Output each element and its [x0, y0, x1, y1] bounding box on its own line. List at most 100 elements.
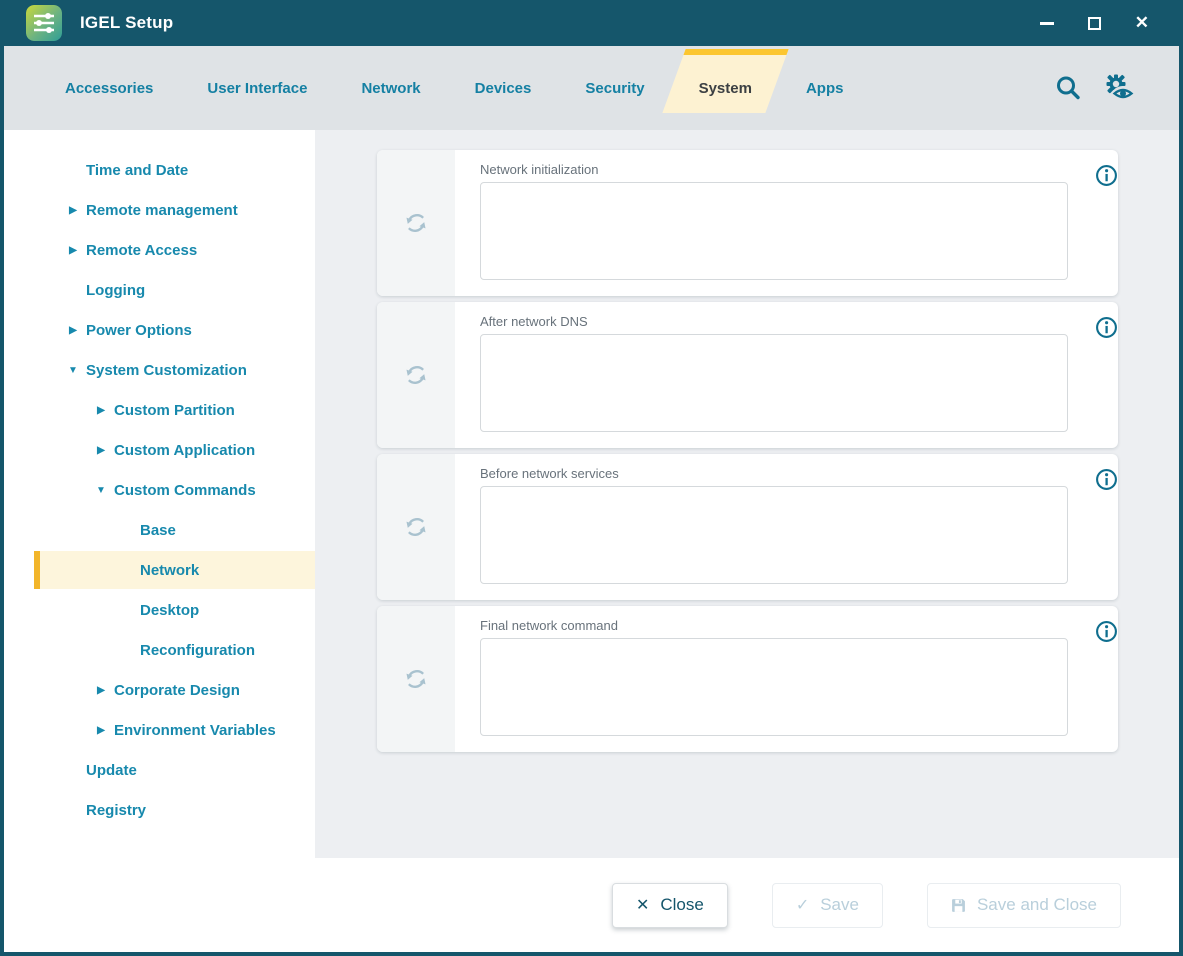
- sidebar-item[interactable]: Desktop: [4, 590, 315, 630]
- field-label: Network initialization: [480, 162, 1068, 177]
- app-logo-icon: [26, 5, 62, 41]
- info-icon[interactable]: [1095, 164, 1118, 187]
- info-icon[interactable]: [1095, 620, 1118, 643]
- sidebar-item[interactable]: Base: [4, 510, 315, 550]
- sidebar-item[interactable]: Update: [4, 750, 315, 790]
- tree-arrow-icon: ▶: [88, 725, 114, 736]
- tab[interactable]: Network: [334, 46, 447, 130]
- sidebar-item[interactable]: Logging: [4, 270, 315, 310]
- sidebar-item-label: Remote Access: [86, 242, 197, 259]
- save-and-close-button-label: Save and Close: [977, 895, 1097, 915]
- sidebar-item-label: Custom Commands: [114, 482, 256, 499]
- sidebar-item-label: Desktop: [140, 602, 199, 619]
- tab-bar: Accessories User Interface Network Devic…: [4, 46, 1179, 130]
- search-icon[interactable]: [1051, 71, 1085, 105]
- tab[interactable]: Apps: [779, 46, 871, 130]
- maximize-button[interactable]: [1088, 13, 1101, 33]
- close-window-button[interactable]: ✕: [1135, 13, 1149, 33]
- card-left-strip: [377, 150, 455, 296]
- sidebar-item[interactable]: ▼ System Customization: [4, 350, 315, 390]
- command-textarea[interactable]: [480, 486, 1068, 584]
- sidebar-item-label: Reconfiguration: [140, 642, 255, 659]
- command-section-card: Before network services: [377, 454, 1118, 600]
- command-section-card: Final network command: [377, 606, 1118, 752]
- command-section-card: Network initialization: [377, 150, 1118, 296]
- sidebar-item-label: Power Options: [86, 322, 192, 339]
- sidebar-item-label: Custom Partition: [114, 402, 235, 419]
- sidebar-item[interactable]: Registry: [4, 790, 315, 830]
- tab-label: Apps: [806, 80, 844, 97]
- tab[interactable]: Accessories: [38, 46, 180, 130]
- sidebar-item[interactable]: ▶ Remote Access: [4, 230, 315, 270]
- command-textarea[interactable]: [480, 334, 1068, 432]
- gear-eye-icon[interactable]: [1101, 71, 1135, 105]
- command-textarea[interactable]: [480, 638, 1068, 736]
- reset-refresh-icon[interactable]: [401, 360, 431, 390]
- tab-label: Network: [361, 80, 420, 97]
- tree-arrow-icon: ▶: [60, 205, 86, 216]
- card-field-area: Before network services: [455, 454, 1080, 600]
- sidebar-item[interactable]: ▶ Custom Application: [4, 430, 315, 470]
- reset-refresh-icon[interactable]: [401, 208, 431, 238]
- card-left-strip: [377, 606, 455, 752]
- command-section-card: After network DNS: [377, 302, 1118, 448]
- info-icon[interactable]: [1095, 468, 1118, 491]
- sidebar-item[interactable]: ▼ Custom Commands: [4, 470, 315, 510]
- tab-label: System: [699, 80, 752, 97]
- main-row: Time and Date ▶ Remote management ▶ Remo…: [4, 130, 1179, 858]
- tab-label: Devices: [475, 80, 532, 97]
- card-left-strip: [377, 302, 455, 448]
- floppy-save-icon: [951, 898, 966, 913]
- title-bar: IGEL Setup ✕: [4, 0, 1179, 46]
- sidebar-item[interactable]: ▶ Power Options: [4, 310, 315, 350]
- close-x-icon: ✕: [636, 895, 649, 915]
- content-area: Network initialization: [315, 130, 1179, 858]
- sidebar-item-label: System Customization: [86, 362, 247, 379]
- sidebar-item[interactable]: Time and Date: [4, 150, 315, 190]
- save-button: ✓ Save: [772, 883, 883, 928]
- sidebar-item-label: Environment Variables: [114, 722, 276, 739]
- field-label: Before network services: [480, 466, 1068, 481]
- tab-label: User Interface: [207, 80, 307, 97]
- sidebar-tree: Time and Date ▶ Remote management ▶ Remo…: [4, 130, 315, 858]
- tree-arrow-icon: ▶: [88, 445, 114, 456]
- sidebar-item-label: Logging: [86, 282, 145, 299]
- tabbar-icons: [1051, 71, 1135, 105]
- command-textarea[interactable]: [480, 182, 1068, 280]
- tree-arrow-icon: ▶: [88, 405, 114, 416]
- check-icon: ✓: [796, 895, 809, 915]
- card-left-strip: [377, 454, 455, 600]
- tab[interactable]: Devices: [448, 46, 559, 130]
- sidebar-item[interactable]: ▶ Custom Partition: [4, 390, 315, 430]
- tree-arrow-icon: ▼: [60, 365, 86, 376]
- window-title: IGEL Setup: [80, 13, 173, 33]
- save-button-label: Save: [820, 895, 859, 915]
- tab[interactable]: User Interface: [180, 46, 334, 130]
- tab[interactable]: Security: [558, 46, 671, 130]
- sidebar-item-label: Time and Date: [86, 162, 188, 179]
- sidebar-item[interactable]: ▶ Environment Variables: [4, 710, 315, 750]
- sidebar-item[interactable]: ▶ Corporate Design: [4, 670, 315, 710]
- sidebar-item[interactable]: ▶ Remote management: [4, 190, 315, 230]
- close-button[interactable]: ✕ Close: [612, 883, 728, 928]
- tab-label: Security: [585, 80, 644, 97]
- info-icon[interactable]: [1095, 316, 1118, 339]
- sidebar-item-label: Custom Application: [114, 442, 255, 459]
- tree-arrow-icon: ▶: [60, 245, 86, 256]
- igel-setup-window: IGEL Setup ✕ Accessories User Interface …: [0, 0, 1183, 956]
- tab[interactable]: System: [672, 46, 779, 130]
- sidebar-item[interactable]: Network: [4, 550, 315, 590]
- sidebar-item[interactable]: Reconfiguration: [4, 630, 315, 670]
- tree-arrow-icon: ▼: [88, 485, 114, 496]
- reset-refresh-icon[interactable]: [401, 664, 431, 694]
- sidebar-item-label: Network: [140, 562, 199, 579]
- card-field-area: Final network command: [455, 606, 1080, 752]
- sidebar-item-label: Registry: [86, 802, 146, 819]
- sidebar-item-label: Corporate Design: [114, 682, 240, 699]
- minimize-button[interactable]: [1040, 13, 1054, 33]
- save-and-close-button: Save and Close: [927, 883, 1121, 928]
- sidebar-item-label: Update: [86, 762, 137, 779]
- window-controls: ✕: [1040, 13, 1163, 33]
- reset-refresh-icon[interactable]: [401, 512, 431, 542]
- field-label: Final network command: [480, 618, 1068, 633]
